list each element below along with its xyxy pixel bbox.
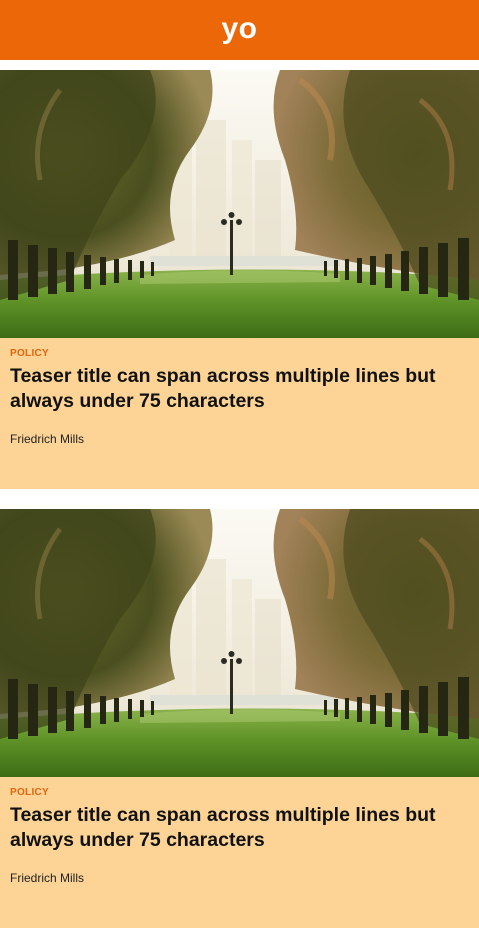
teaser-author[interactable]: Friedrich Mills	[10, 871, 84, 885]
teaser-category[interactable]: POLICY	[10, 787, 49, 798]
teaser-category[interactable]: POLICY	[10, 348, 49, 359]
teaser-title[interactable]: Teaser title can span across multiple li…	[10, 364, 465, 414]
site-logo[interactable]: yo	[221, 14, 257, 44]
teaser-card[interactable]: POLICY Teaser title can span across mult…	[0, 70, 479, 489]
teaser-image[interactable]	[0, 70, 479, 338]
teaser-title[interactable]: Teaser title can span across multiple li…	[10, 803, 465, 853]
teaser-author[interactable]: Friedrich Mills	[10, 432, 84, 446]
top-bar: yo	[0, 0, 479, 60]
page: yo POLICY Teaser title can span across m…	[0, 0, 479, 928]
teaser-image[interactable]	[0, 509, 479, 777]
teaser-card[interactable]: POLICY Teaser title can span across mult…	[0, 509, 479, 928]
